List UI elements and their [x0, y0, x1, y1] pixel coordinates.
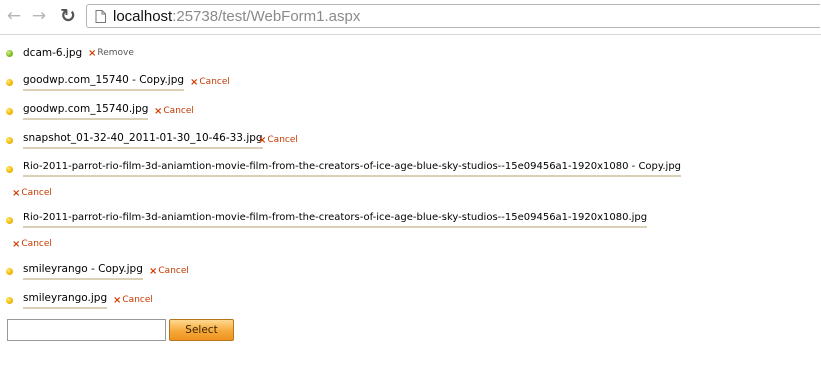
remove-label: Remove: [97, 48, 134, 58]
file-name: goodwp.com_15740.jpg: [23, 103, 149, 120]
file-item: goodwp.com_15740.jpg × Cancel: [0, 102, 821, 120]
forward-arrow-icon[interactable]: →: [28, 5, 50, 27]
cancel-label: Cancel: [122, 295, 153, 305]
cancel-button[interactable]: × Cancel: [12, 188, 52, 199]
url-path: :25738/test/WebForm1.aspx: [172, 7, 361, 25]
cancel-button[interactable]: × Cancel: [154, 106, 194, 117]
file-name: snapshot_01-32-40_2011-01-30_10-46-33.jp…: [23, 132, 263, 149]
cancel-label: Cancel: [21, 188, 52, 198]
file-item-action-row: × Cancel: [0, 184, 821, 202]
status-bullet-queued-icon: [6, 296, 13, 304]
cancel-x-icon: ×: [113, 294, 122, 306]
file-path-input[interactable]: [7, 319, 166, 341]
cancel-button[interactable]: × Cancel: [190, 77, 230, 88]
status-bullet-uploaded-icon: [6, 49, 13, 57]
file-item: snapshot_01-32-40_2011-01-30_10-46-33.jp…: [0, 131, 821, 149]
file-name: goodwp.com_15740 - Copy.jpg: [23, 74, 185, 91]
browser-toolbar: ← → ↻ localhost:25738/test/WebForm1.aspx: [0, 0, 821, 35]
select-button[interactable]: Select: [169, 319, 234, 341]
file-item: smileyrango - Copy.jpg × Cancel: [0, 262, 821, 280]
remove-x-icon: ×: [88, 47, 97, 59]
remove-button[interactable]: × Remove: [88, 48, 134, 59]
cancel-label: Cancel: [158, 266, 189, 276]
cancel-x-icon: ×: [154, 105, 163, 117]
file-name: Rio-2011-parrot-rio-film-3d-aniamtion-mo…: [23, 212, 648, 228]
cancel-label: Cancel: [163, 106, 194, 116]
cancel-label: Cancel: [21, 239, 52, 249]
status-bullet-queued-icon: [6, 216, 13, 224]
cancel-x-icon: ×: [149, 265, 158, 277]
file-item: Rio-2011-parrot-rio-film-3d-aniamtion-mo…: [0, 211, 821, 229]
url-text: localhost:25738/test/WebForm1.aspx: [113, 8, 360, 25]
cancel-x-icon: ×: [258, 134, 267, 146]
file-item: smileyrango.jpg × Cancel: [0, 291, 821, 309]
back-arrow-icon[interactable]: ←: [3, 5, 25, 27]
file-name: smileyrango - Copy.jpg: [23, 263, 143, 280]
cancel-button[interactable]: × Cancel: [258, 135, 298, 146]
cancel-x-icon: ×: [12, 238, 21, 250]
cancel-x-icon: ×: [190, 76, 199, 88]
status-bullet-queued-icon: [6, 136, 13, 144]
file-name: smileyrango.jpg: [23, 292, 108, 309]
status-bullet-queued-icon: [6, 165, 13, 173]
file-name: dcam-6.jpg: [23, 47, 83, 59]
page-icon: [95, 9, 106, 23]
status-bullet-queued-icon: [6, 107, 13, 115]
cancel-label: Cancel: [267, 135, 298, 145]
file-item: goodwp.com_15740 - Copy.jpg × Cancel: [0, 73, 821, 91]
file-name: Rio-2011-parrot-rio-film-3d-aniamtion-mo…: [23, 161, 682, 177]
cancel-button[interactable]: × Cancel: [113, 295, 153, 306]
file-item: Rio-2011-parrot-rio-film-3d-aniamtion-mo…: [0, 160, 821, 178]
status-bullet-queued-icon: [6, 267, 13, 275]
status-bullet-queued-icon: [6, 78, 13, 86]
cancel-x-icon: ×: [12, 187, 21, 199]
cancel-button[interactable]: × Cancel: [12, 239, 52, 250]
cancel-button[interactable]: × Cancel: [149, 266, 189, 277]
url-host: localhost: [113, 7, 173, 25]
cancel-label: Cancel: [199, 77, 230, 87]
reload-icon[interactable]: ↻: [57, 5, 79, 27]
file-item: dcam-6.jpg × Remove: [0, 44, 821, 62]
file-item-action-row: × Cancel: [0, 235, 821, 253]
address-bar[interactable]: localhost:25738/test/WebForm1.aspx: [86, 4, 820, 28]
